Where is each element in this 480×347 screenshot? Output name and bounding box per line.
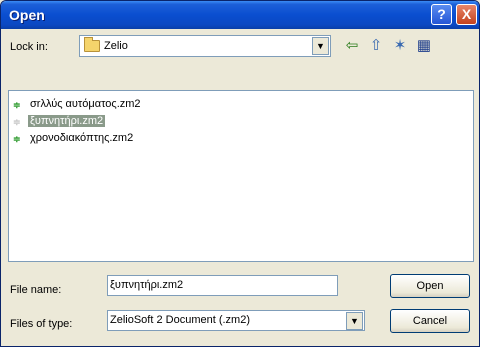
dialog-title: Open (9, 7, 45, 23)
open-button[interactable]: Open (390, 274, 470, 298)
file-name: χρονοδιακόπτης.zm2 (30, 132, 134, 144)
chevron-down-icon[interactable]: ▼ (346, 312, 363, 330)
look-in-label: Lock in: (10, 41, 48, 53)
close-button[interactable]: X (456, 4, 477, 25)
title-bar[interactable]: Open ? X (1, 1, 479, 29)
view-menu-icon[interactable]: ▦ (413, 35, 435, 57)
file-name: σrλλύς αυτόματος.zm2 (30, 98, 141, 110)
back-arrow-icon[interactable]: ⇦ (341, 35, 363, 57)
zelio-file-icon: ≑ (13, 117, 21, 127)
up-folder-icon[interactable]: ⇧ (365, 35, 387, 57)
file-name-input[interactable]: ξυπνητήρι.zm2 (107, 275, 338, 296)
help-button[interactable]: ? (431, 4, 452, 25)
file-list[interactable]: ≑ σrλλύς αυτόματος.zm2 ≑ ξυπνητήρι.zm2 ≑… (8, 90, 474, 262)
chevron-down-icon[interactable]: ▼ (312, 37, 329, 55)
zelio-file-icon: ≑ (13, 134, 21, 144)
folder-icon (84, 37, 100, 52)
look-in-value: Zelio (104, 40, 128, 52)
open-dialog: Open ? X Lock in: Zelio ▼ ⇦ ⇧ ✶ ▦ ≑ σrλλ… (0, 0, 480, 347)
file-type-dropdown[interactable]: ZelioSoft 2 Document (.zm2) ▼ (107, 310, 365, 331)
zelio-file-icon: ≑ (13, 100, 21, 110)
look-in-dropdown[interactable]: Zelio ▼ (79, 35, 331, 57)
file-type-label: Files of type: (10, 318, 73, 330)
file-type-value: ZelioSoft 2 Document (.zm2) (110, 314, 250, 326)
cancel-button[interactable]: Cancel (390, 309, 470, 333)
file-name: ξυπνητήρι.zm2 (28, 115, 106, 127)
file-name-label: File name: (10, 284, 62, 296)
new-folder-icon[interactable]: ✶ (389, 35, 411, 57)
